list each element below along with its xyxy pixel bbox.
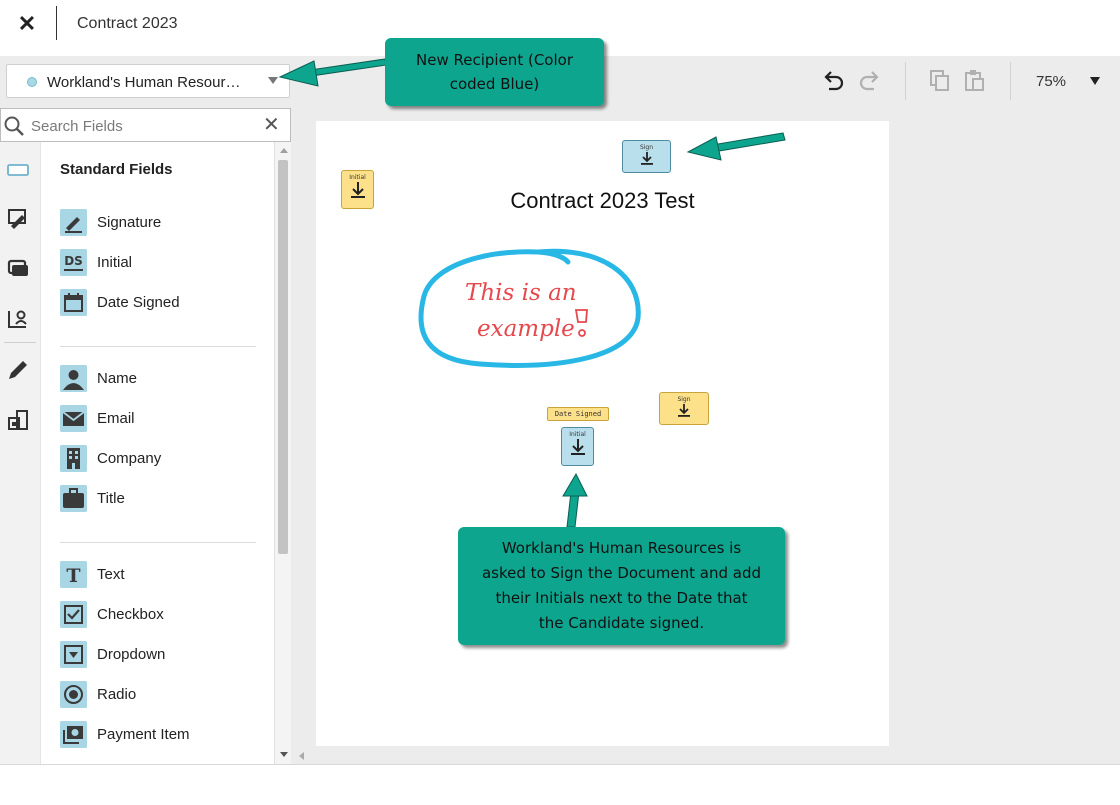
download-arrow-icon <box>570 439 585 455</box>
scroll-up-icon[interactable] <box>280 148 288 153</box>
search-input[interactable] <box>31 115 257 137</box>
callout-new-recipient: New Recipient (Color coded Blue) <box>385 38 604 106</box>
sign-field-right[interactable]: Sign <box>659 392 709 425</box>
document-title: Contract 2023 <box>77 15 178 32</box>
checkbox-icon <box>60 601 87 628</box>
svg-text:T: T <box>66 565 80 587</box>
date-signed-field[interactable]: Date Signed <box>547 407 609 421</box>
field-checkbox[interactable]: Checkbox <box>60 601 260 629</box>
field-radio[interactable]: Radio <box>60 681 260 709</box>
calendar-icon <box>60 289 87 316</box>
recipient-card-icon[interactable] <box>6 306 30 330</box>
field-company[interactable]: Company <box>60 445 260 473</box>
field-title[interactable]: Title <box>60 485 260 513</box>
scroll-down-icon[interactable] <box>280 752 288 757</box>
zoom-level[interactable]: 75% <box>1036 73 1066 90</box>
building-icon <box>60 445 87 472</box>
scroll-left-icon[interactable] <box>299 752 304 760</box>
search-field: ✕ <box>0 108 291 142</box>
tool-rail <box>0 142 41 764</box>
recipient-color-dot <box>27 77 37 87</box>
download-arrow-icon <box>640 152 653 165</box>
undo-icon[interactable] <box>820 68 846 94</box>
zoom-chevron-down-icon[interactable] <box>1090 77 1100 85</box>
close-icon[interactable]: ✕ <box>14 11 40 37</box>
signature-tools-icon[interactable] <box>6 206 30 230</box>
panel-divider <box>60 346 256 347</box>
scroll-thumb[interactable] <box>278 160 288 554</box>
redo-icon[interactable] <box>857 68 883 94</box>
panel-heading: Standard Fields <box>60 161 173 178</box>
recipient-name: Workland's Human Resour… <box>47 74 241 91</box>
signature-icon <box>60 209 87 236</box>
briefcase-icon <box>60 485 87 512</box>
payment-icon <box>60 721 87 748</box>
field-dropdown[interactable]: Dropdown <box>60 641 260 669</box>
layers-icon[interactable] <box>6 256 30 280</box>
chevron-down-icon <box>268 77 278 84</box>
download-arrow-icon <box>678 404 690 417</box>
field-payment-item[interactable]: Payment Item <box>60 721 260 749</box>
field-initial[interactable]: DS Initial <box>60 249 260 277</box>
pencil-icon[interactable] <box>6 358 30 382</box>
dropdown-icon <box>60 641 87 668</box>
standard-fields-panel: Standard Fields Signature DS Initial Dat… <box>41 142 274 764</box>
field-date-signed[interactable]: Date Signed <box>60 289 260 317</box>
toolbar-divider <box>905 62 906 100</box>
initial-field-center[interactable]: Initial <box>561 427 594 466</box>
initial-icon: DS <box>60 249 87 276</box>
field-text[interactable]: T Text <box>60 561 260 589</box>
library-icon[interactable] <box>6 408 30 432</box>
paste-icon[interactable] <box>962 68 988 94</box>
field-name[interactable]: Name <box>60 365 260 393</box>
toolbar-divider <box>1010 62 1011 100</box>
panel-scrollbar[interactable] <box>274 142 291 764</box>
svg-text:DS: DS <box>64 254 83 268</box>
copy-icon[interactable] <box>927 68 953 94</box>
document-heading: Contract 2023 Test <box>510 188 695 213</box>
download-arrow-icon <box>350 182 365 198</box>
callout-explanation: Workland's Human Resources is asked to S… <box>458 527 785 645</box>
standard-fields-icon[interactable] <box>6 158 30 182</box>
person-icon <box>60 365 87 392</box>
envelope-icon <box>60 405 87 432</box>
clear-search-icon[interactable]: ✕ <box>263 114 280 136</box>
rail-divider <box>4 342 36 343</box>
sign-field-top[interactable]: Sign <box>622 140 671 173</box>
bottom-bar <box>0 764 1120 805</box>
field-signature[interactable]: Signature <box>60 209 260 237</box>
recipient-selector[interactable]: Workland's Human Resour… <box>6 64 290 98</box>
initial-field-left[interactable]: Initial <box>341 170 374 209</box>
search-icon <box>4 116 24 136</box>
radio-icon <box>60 681 87 708</box>
field-email[interactable]: Email <box>60 405 260 433</box>
panel-divider <box>60 542 256 543</box>
text-icon: T <box>60 561 87 588</box>
document-page[interactable]: Contract 2023 Test Sign Initial Sign Dat… <box>316 121 889 746</box>
top-divider <box>56 6 57 40</box>
